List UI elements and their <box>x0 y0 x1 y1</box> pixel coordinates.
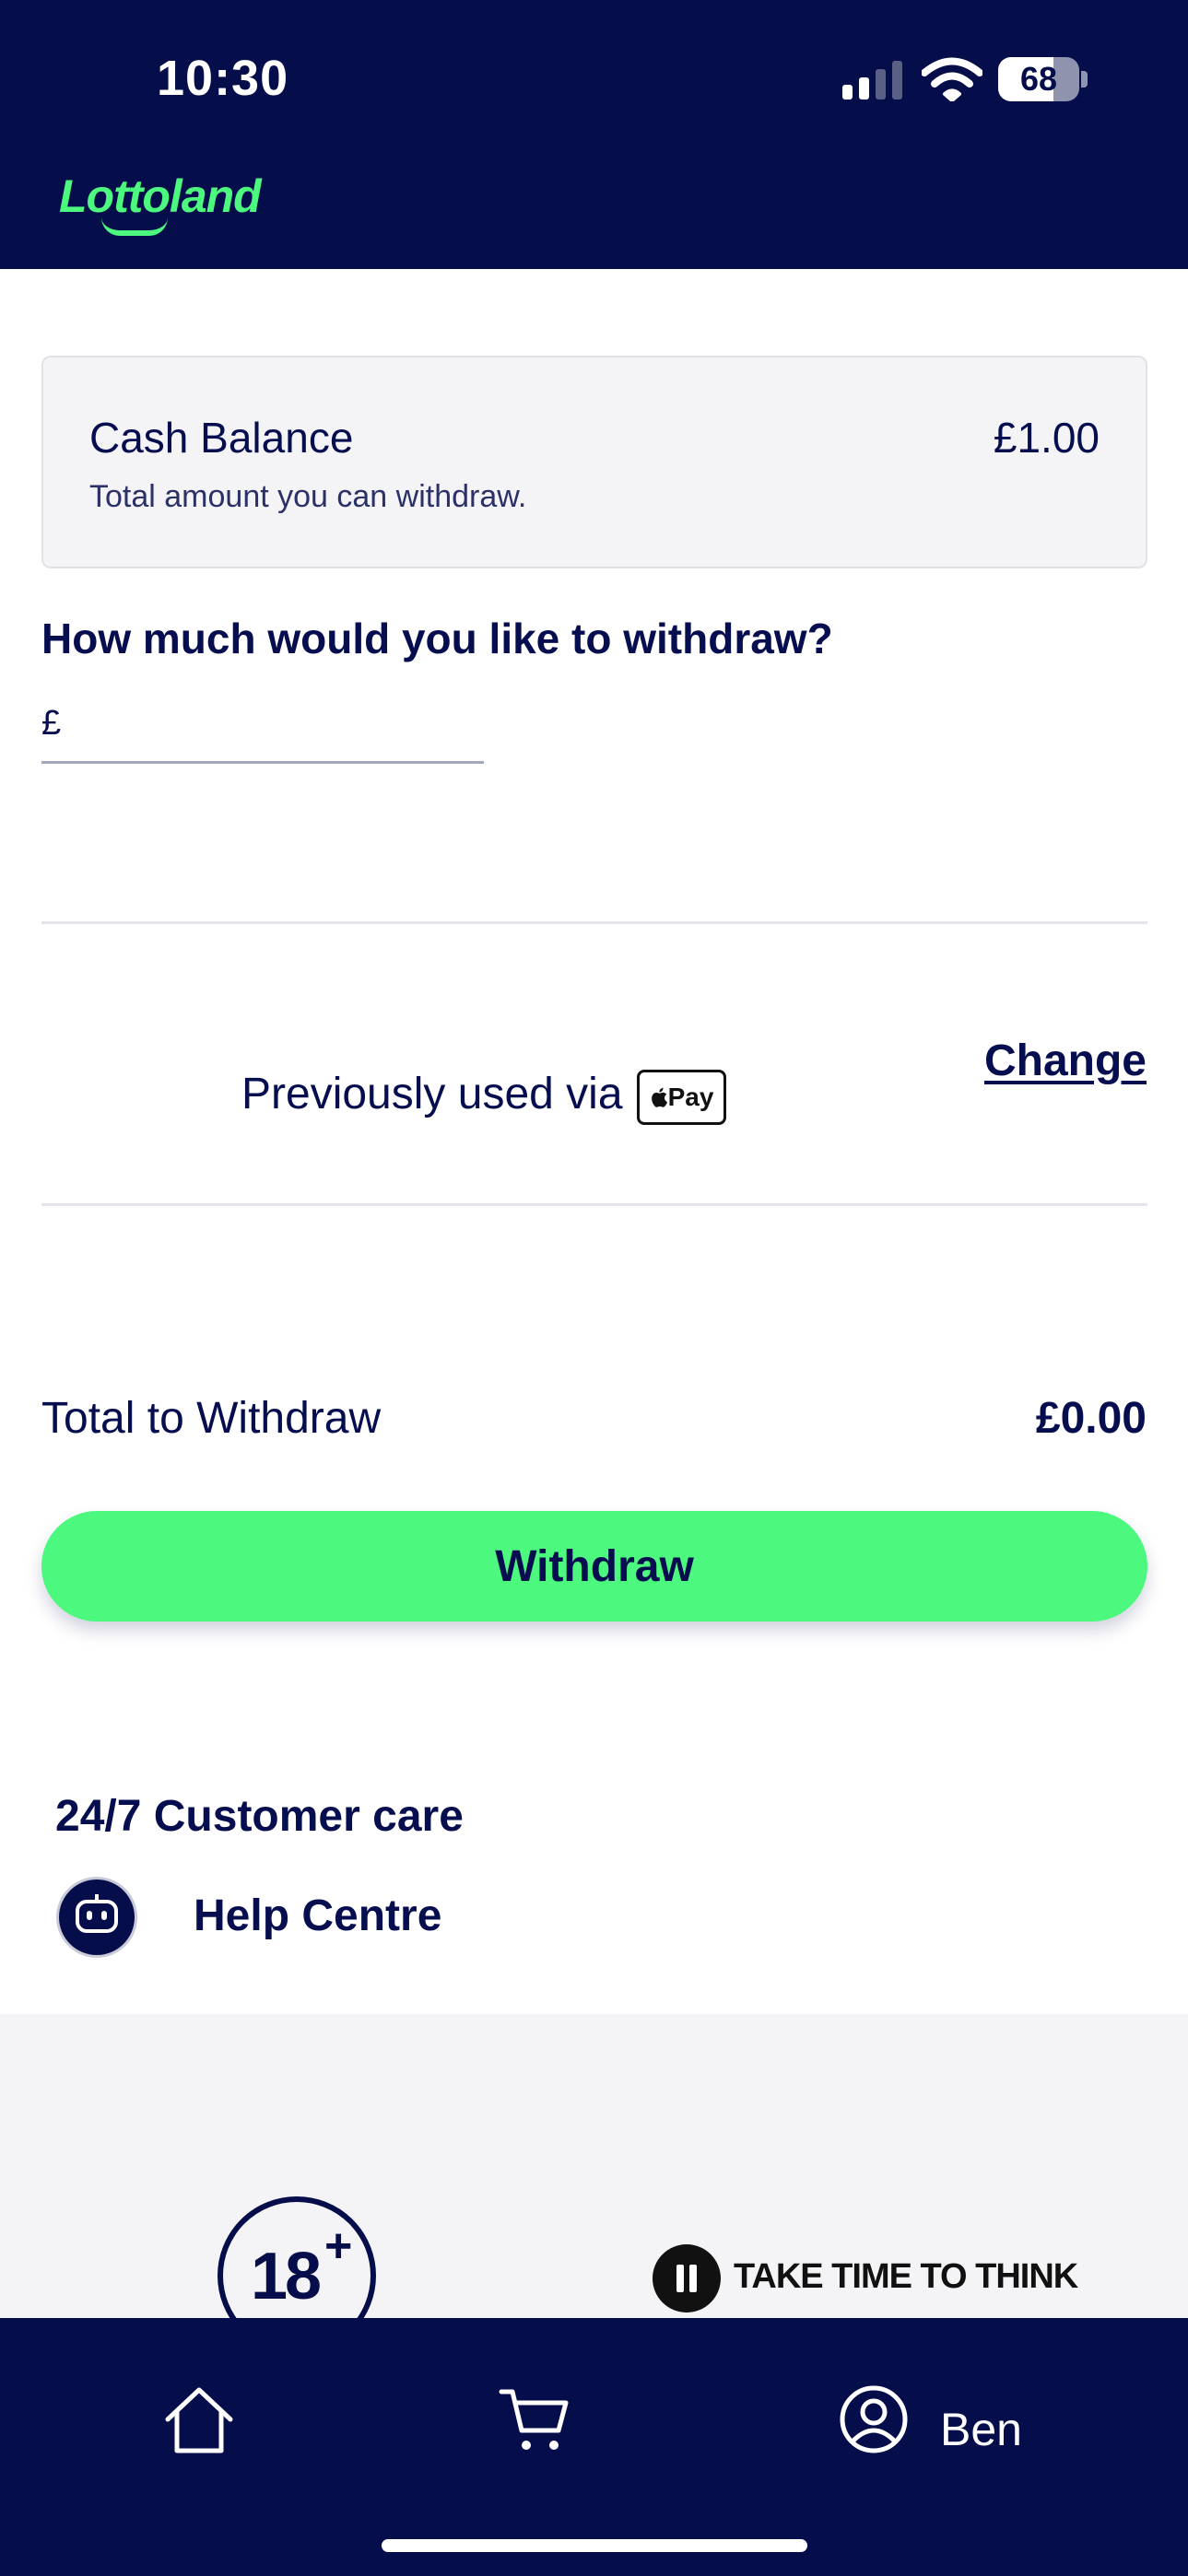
total-to-withdraw-amount: £0.00 <box>1035 1394 1147 1443</box>
bottom-tab-bar: Ben <box>0 2318 1188 2576</box>
pause-icon <box>653 2244 721 2313</box>
app-header: 10:30 68 Lottoland <box>0 0 1188 269</box>
robot-face <box>76 1894 118 1933</box>
cart-icon <box>499 2389 569 2450</box>
age-plus-sign: + <box>324 2219 353 2273</box>
home-icon <box>165 2387 233 2453</box>
withdraw-button[interactable]: Withdraw <box>41 1511 1147 1622</box>
apple-pay-badge: Pay <box>637 1070 726 1125</box>
amount-input-underline <box>41 761 484 764</box>
home-indicator <box>382 2539 807 2552</box>
help-centre-link[interactable]: Help Centre <box>194 1891 441 1941</box>
user-icon <box>840 2385 908 2453</box>
battery-percent: 68 <box>1019 60 1058 98</box>
withdraw-question: How much would you like to withdraw? <box>41 615 833 662</box>
pause-glyph <box>676 2265 697 2292</box>
age-18-text: 18 <box>251 2240 322 2313</box>
cash-balance-title: Cash Balance <box>89 414 354 462</box>
divider <box>41 1203 1147 1206</box>
tab-cart[interactable] <box>498 2383 571 2475</box>
apple-pay-label: Pay <box>667 1083 714 1111</box>
apple-logo-icon <box>651 1087 667 1107</box>
battery-body: 68 <box>998 57 1079 101</box>
currency-symbol: £ <box>41 704 62 743</box>
cash-balance-card: Cash Balance Total amount you can withdr… <box>41 356 1147 568</box>
tab-account[interactable]: Ben <box>837 2383 1040 2475</box>
cash-balance-subtitle: Total amount you can withdraw. <box>89 479 527 514</box>
robot-icon[interactable] <box>59 1879 135 1955</box>
divider <box>41 921 1147 924</box>
account-name-label: Ben <box>940 2404 1022 2455</box>
logo-smile <box>101 217 168 236</box>
cellular-signal-icon <box>842 61 902 100</box>
tab-home[interactable] <box>162 2383 236 2475</box>
age-18-badge: 18 + <box>218 2196 376 2318</box>
withdraw-amount-input[interactable] <box>79 697 476 748</box>
footer-area: 18 + TAKE TIME TO THINK <box>0 2014 1188 2318</box>
status-time: 10:30 <box>157 51 289 106</box>
cash-balance-amount: £1.00 <box>993 414 1100 462</box>
lottoland-logo[interactable]: Lottoland <box>59 170 262 223</box>
take-time-to-think-text[interactable]: TAKE TIME TO THINK <box>734 2257 1078 2297</box>
wifi-icon <box>922 57 982 101</box>
customer-care-title: 24/7 Customer care <box>55 1792 464 1841</box>
change-payment-link[interactable]: Change <box>984 1036 1147 1086</box>
battery-tip <box>1081 71 1088 88</box>
total-to-withdraw-label: Total to Withdraw <box>41 1394 382 1443</box>
previously-used-text: Previously used via <box>241 1070 623 1118</box>
battery-icon: 68 <box>998 57 1088 101</box>
